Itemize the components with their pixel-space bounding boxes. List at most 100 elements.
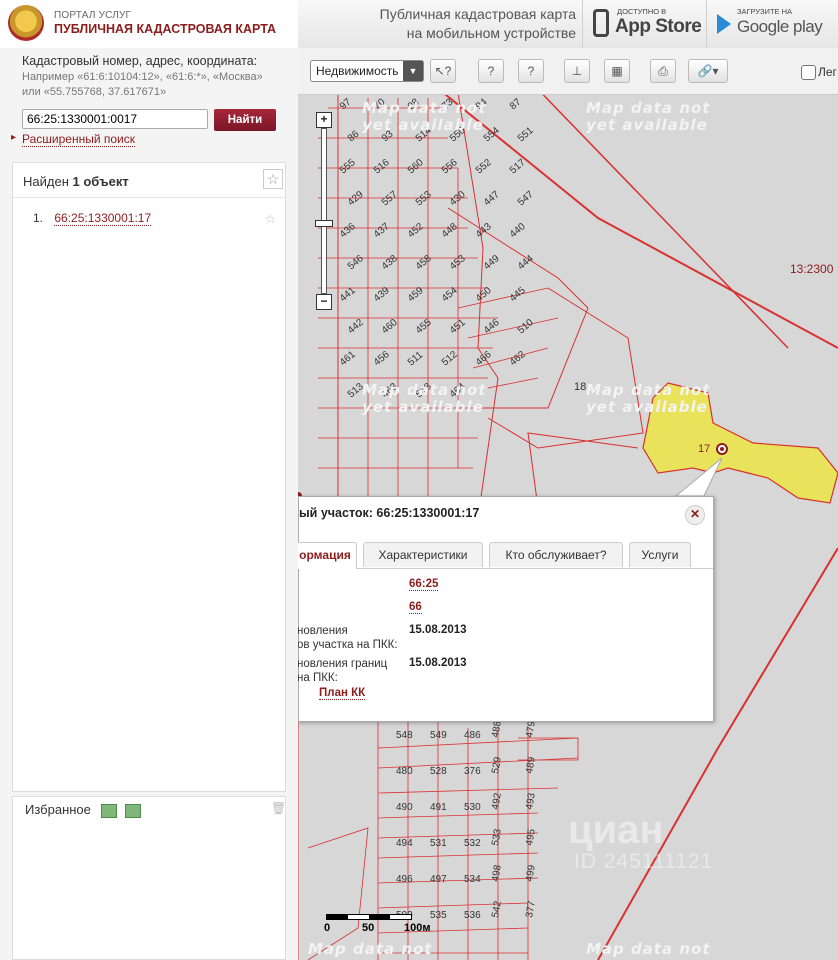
popup-row-value[interactable]: 66:25: [409, 578, 439, 591]
tab-characteristics[interactable]: Характеристики: [363, 542, 483, 567]
parcel-number-label[interactable]: 510: [516, 317, 536, 336]
google-play-button[interactable]: ЗАГРУЗИТЕ НА Google play: [706, 0, 838, 48]
parcel-number-label[interactable]: 499: [524, 864, 538, 883]
parcel-number-label[interactable]: 461: [338, 349, 358, 368]
cadastral-plan-link[interactable]: План КК: [319, 687, 366, 700]
parcel-number-label[interactable]: 511: [406, 349, 426, 368]
parcel-number-label[interactable]: 552: [474, 157, 494, 176]
coat-of-arms-logo[interactable]: [8, 5, 44, 41]
parcel-number-label[interactable]: 532: [464, 838, 481, 849]
zoom-out-button[interactable]: −: [316, 294, 332, 310]
parcel-number-label[interactable]: 486: [464, 730, 481, 741]
tab-who-serves[interactable]: Кто обслуживает?: [489, 542, 623, 567]
parcel-number-label[interactable]: 548: [396, 730, 413, 741]
parcel-number-label[interactable]: 560: [406, 157, 426, 176]
search-input[interactable]: [22, 109, 208, 129]
close-icon[interactable]: ✕: [685, 505, 705, 525]
app-store-button[interactable]: Доступно в App Store: [582, 0, 707, 48]
measure-length-tool[interactable]: ⊥: [564, 59, 590, 83]
parcel-number-label[interactable]: 446: [482, 317, 502, 336]
tab-information[interactable]: ормация: [298, 542, 357, 569]
parcel-number-label[interactable]: 493: [524, 792, 538, 811]
parcel-number-label[interactable]: 429: [346, 189, 366, 208]
parcel-number-label[interactable]: 440: [508, 221, 528, 240]
selected-parcel-label[interactable]: 17: [698, 443, 710, 455]
parcel-number-label[interactable]: 556: [440, 157, 460, 176]
legend-checkbox[interactable]: [801, 65, 816, 80]
parcel-number-label[interactable]: 536: [464, 910, 481, 921]
parcel-number-label[interactable]: 458: [414, 253, 434, 272]
parcel-number-label[interactable]: 442: [346, 317, 366, 336]
list-item[interactable]: 1. 66:25:1330001:17: [33, 211, 152, 226]
parcel-number-label[interactable]: 466: [474, 349, 494, 368]
parcel-number-label[interactable]: 480: [396, 766, 413, 777]
parcel-number-label[interactable]: 496: [396, 874, 413, 885]
parcel-number-label[interactable]: 430: [448, 189, 468, 208]
export-excel-icon[interactable]: [125, 804, 141, 818]
parcel-number-label[interactable]: 512: [440, 349, 460, 368]
parcel-number-label[interactable]: 453: [448, 253, 468, 272]
parcel-number-label[interactable]: 535: [430, 910, 447, 921]
import-excel-icon[interactable]: [101, 804, 117, 818]
parcel-number-label[interactable]: 528: [430, 766, 447, 777]
parcel-number-label[interactable]: 534: [464, 874, 481, 885]
parcel-number-label[interactable]: 87: [508, 96, 524, 112]
map-canvas[interactable]: 97 70 98 73 94 87 86 93 514 550 554 551 555 516 560 556…: [298, 48, 838, 960]
parcel-number-label[interactable]: 447: [482, 189, 502, 208]
parcel-number-label[interactable]: 438: [380, 253, 400, 272]
parcel-number-label[interactable]: 460: [380, 317, 400, 336]
tab-services[interactable]: Услуги: [629, 542, 691, 567]
parcel-number-label[interactable]: 86: [346, 128, 362, 144]
parcel-number-label[interactable]: 546: [346, 253, 366, 272]
parcel-number-label[interactable]: 490: [396, 802, 413, 813]
layer-select[interactable]: Недвижимость ▼: [310, 60, 424, 82]
measure-area-tool[interactable]: ▦: [604, 59, 630, 83]
parcel-number-label[interactable]: 444: [516, 253, 536, 272]
parcel-number-label[interactable]: 491: [430, 802, 447, 813]
parcel-number-label[interactable]: 547: [516, 189, 536, 208]
parcel-number-label[interactable]: 497: [430, 874, 447, 885]
parcel-number-label[interactable]: 451: [448, 317, 468, 336]
parcel-number-label[interactable]: 452: [406, 221, 426, 240]
parcel-number-label[interactable]: 479: [524, 720, 538, 739]
result-link[interactable]: 66:25:1330001:17: [54, 211, 152, 226]
popup-row-value[interactable]: 66: [409, 601, 422, 614]
parcel-number-label[interactable]: 456: [372, 349, 392, 368]
parcel-number-label[interactable]: 445: [508, 285, 528, 304]
parcel-number-label[interactable]: 495: [524, 828, 538, 847]
parcel-number-label[interactable]: 455: [414, 317, 434, 336]
parcel-number-label[interactable]: 529: [490, 756, 504, 775]
parcel-number-label[interactable]: 376: [464, 766, 481, 777]
parcel-number-label[interactable]: 549: [430, 730, 447, 741]
trash-icon[interactable]: 🗑: [271, 801, 286, 815]
advanced-search-link[interactable]: Расширенный поиск: [11, 132, 135, 147]
parcel-number-label[interactable]: 449: [482, 253, 502, 272]
parcel-number-label[interactable]: 498: [490, 864, 504, 883]
parcel-number-label[interactable]: 436: [338, 221, 358, 240]
parcel-number-label[interactable]: 488: [490, 720, 504, 739]
parcel-number-label[interactable]: 530: [464, 802, 481, 813]
star-icon[interactable]: ☆: [263, 169, 283, 189]
parcel-number-label[interactable]: 462: [508, 349, 528, 368]
parcel-label[interactable]: 18: [574, 381, 586, 393]
parcel-number-label[interactable]: 533: [490, 828, 504, 847]
parcel-number-label[interactable]: 557: [380, 189, 400, 208]
zoom-slider[interactable]: [321, 128, 327, 294]
star-icon[interactable]: ☆: [265, 212, 276, 226]
parcel-number-label[interactable]: 516: [372, 157, 392, 176]
find-button[interactable]: Найти: [214, 109, 276, 131]
parcel-number-label[interactable]: 443: [474, 221, 494, 240]
parcel-number-label[interactable]: 448: [440, 221, 460, 240]
parcel-number-label[interactable]: 489: [524, 756, 538, 775]
parcel-number-label[interactable]: 437: [372, 221, 392, 240]
parcel-number-label[interactable]: 531: [430, 838, 447, 849]
parcel-number-label[interactable]: 551: [516, 125, 536, 144]
pointer-info-tool[interactable]: ↖?: [430, 59, 456, 83]
object-info-tool[interactable]: ?: [518, 59, 544, 83]
zoom-in-button[interactable]: +: [316, 112, 332, 128]
parcel-number-label[interactable]: 542: [490, 900, 504, 919]
parcel-number-label[interactable]: 492: [490, 792, 504, 811]
parcel-number-label[interactable]: 553: [414, 189, 434, 208]
print-button[interactable]: ⎙: [650, 59, 676, 83]
parcel-number-label[interactable]: 494: [396, 838, 413, 849]
